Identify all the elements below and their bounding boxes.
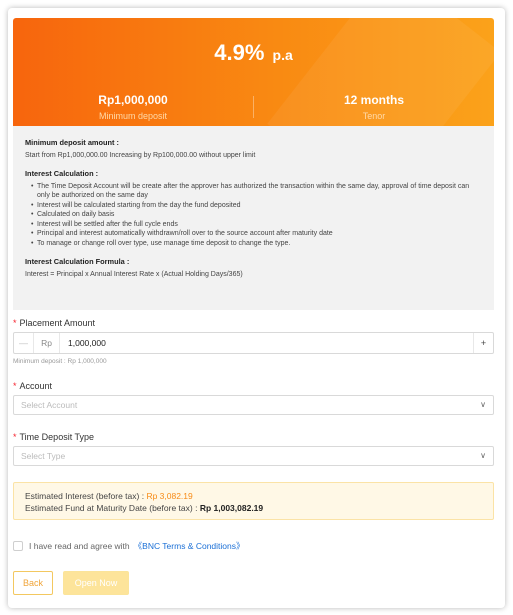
min-amount-text: Start from Rp1,000,000.00 Increasing by … — [25, 151, 256, 159]
back-button[interactable]: Back — [13, 571, 53, 595]
formula-text: Interest = Principal x Annual Interest R… — [25, 270, 243, 278]
placement-amount-field: — Rp 1,000,000 + — [13, 332, 494, 354]
calc-section: Interest Calculation : The Time Deposit … — [25, 169, 482, 248]
tenor-info: 12 months Tenor — [254, 93, 494, 121]
time-deposit-type-select[interactable]: Select Type ∨ — [13, 446, 494, 466]
calc-item: Interest will be calculated starting fro… — [31, 201, 482, 211]
estimated-fund-row: Estimated Fund at Maturity Date (before … — [25, 502, 482, 514]
placement-amount-label: * Placement Amount — [13, 318, 95, 328]
decrease-button[interactable]: — — [14, 333, 34, 353]
formula-title: Interest Calculation Formula : — [25, 257, 130, 266]
rate-banner: 4.9% p.a Rp1,000,000 Minimum deposit 12 … — [13, 18, 494, 126]
time-deposit-type-label: * Time Deposit Type — [13, 432, 94, 442]
required-mark: * — [13, 432, 17, 442]
chevron-down-icon: ∨ — [480, 451, 486, 460]
interest-rate: 4.9% p.a — [13, 40, 494, 66]
interest-rate-unit: p.a — [272, 47, 293, 63]
estimated-fund-value: Rp 1,003,082.19 — [199, 503, 264, 513]
increase-button[interactable]: + — [473, 333, 493, 353]
open-now-button[interactable]: Open Now — [63, 571, 129, 595]
estimate-box: Estimated Interest (before tax) : Rp 3,0… — [13, 482, 494, 520]
tenor-value: 12 months — [343, 93, 404, 107]
account-label-text: Account — [19, 381, 53, 391]
account-placeholder: Select Account — [21, 400, 78, 410]
estimated-interest-value: Rp 3,082.19 — [146, 491, 193, 501]
tenor-label: Tenor — [362, 111, 386, 121]
estimated-interest-label: Estimated Interest (before tax) : — [25, 491, 145, 501]
min-deposit-value: Rp1,000,000 — [98, 93, 168, 107]
estimated-interest-row: Estimated Interest (before tax) : Rp 3,0… — [25, 490, 482, 502]
estimated-fund-label: Estimated Fund at Maturity Date (before … — [25, 503, 198, 513]
min-deposit-info: Rp1,000,000 Minimum deposit — [13, 93, 253, 121]
min-amount-title: Minimum deposit amount : — [25, 138, 120, 147]
required-mark: * — [13, 318, 17, 328]
account-select[interactable]: Select Account ∨ — [13, 395, 494, 415]
calc-item: Principal and interest automatically wit… — [31, 229, 482, 239]
terms-panel: Minimum deposit amount : Start from Rp1,… — [13, 126, 494, 310]
amount-hint: Minimum deposit : Rp 1,000,000 — [13, 358, 107, 365]
calc-item: Calculated on daily basis — [31, 210, 482, 220]
currency-prefix: Rp — [34, 333, 60, 353]
calc-item: Interest will be settled after the full … — [31, 220, 482, 230]
calc-item: The Time Deposit Account will be create … — [31, 182, 482, 201]
required-mark: * — [13, 381, 17, 391]
min-amount-section: Minimum deposit amount : Start from Rp1,… — [25, 138, 482, 160]
terms-link[interactable]: 《BNC Terms & Conditions》 — [134, 541, 245, 551]
amount-input[interactable]: 1,000,000 — [68, 333, 106, 353]
type-placeholder: Select Type — [21, 451, 66, 461]
calc-item: To manage or change roll over type, use … — [31, 239, 482, 249]
chevron-down-icon: ∨ — [480, 400, 486, 409]
calc-title: Interest Calculation : — [25, 169, 99, 178]
formula-section: Interest Calculation Formula : Interest … — [25, 257, 482, 279]
min-deposit-label: Minimum deposit — [98, 111, 168, 121]
placement-amount-label-text: Placement Amount — [19, 318, 96, 328]
account-label: * Account — [13, 381, 52, 391]
calc-list: The Time Deposit Account will be create … — [25, 182, 482, 249]
agree-text: I have read and agree with — [29, 541, 130, 551]
interest-rate-value: 4.9% — [214, 40, 265, 65]
time-deposit-type-label-text: Time Deposit Type — [19, 432, 95, 442]
agreement-row: I have read and agree with 《BNC Terms & C… — [13, 540, 245, 552]
agree-checkbox[interactable] — [13, 541, 23, 551]
